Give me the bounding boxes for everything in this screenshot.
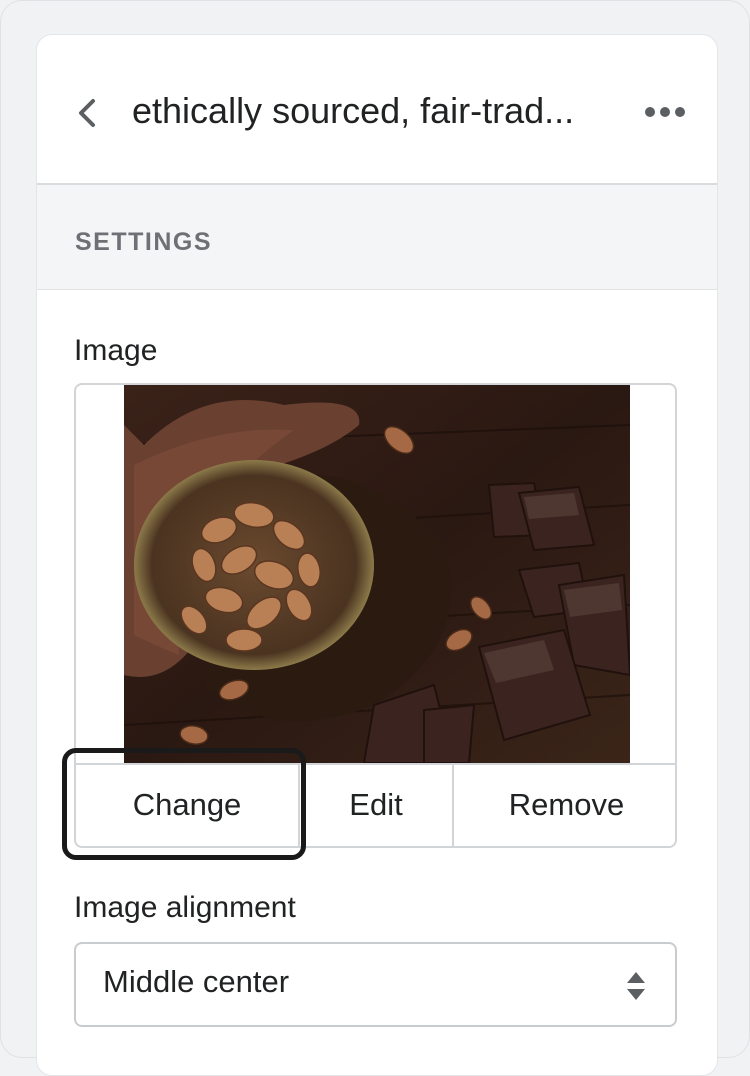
image-alignment-label: Image alignment — [74, 891, 296, 924]
change-image-button[interactable]: Change — [76, 765, 298, 846]
horizontal-dots-icon — [645, 107, 685, 117]
remove-image-button[interactable]: Remove — [454, 765, 675, 846]
page-title: ethically sourced, fair-trad... — [132, 90, 575, 131]
image-alignment-value: Middle center — [103, 964, 290, 999]
back-button[interactable] — [73, 93, 103, 133]
image-actions: Change Edit Remove — [76, 763, 675, 846]
edit-image-button[interactable]: Edit — [298, 765, 454, 846]
panel-header: ethically sourced, fair-trad... — [37, 35, 717, 185]
more-actions-button[interactable] — [643, 97, 687, 127]
select-arrows-icon — [627, 972, 645, 1000]
chevron-left-icon — [79, 99, 95, 127]
image-picker: Change Edit Remove — [74, 383, 677, 848]
settings-heading: SETTINGS — [75, 228, 213, 256]
app-frame: ethically sourced, fair-trad... SETTINGS… — [0, 0, 750, 1076]
image-alignment-select[interactable]: Middle center — [74, 942, 677, 1027]
image-preview — [124, 385, 630, 763]
image-field-label: Image — [74, 334, 158, 367]
